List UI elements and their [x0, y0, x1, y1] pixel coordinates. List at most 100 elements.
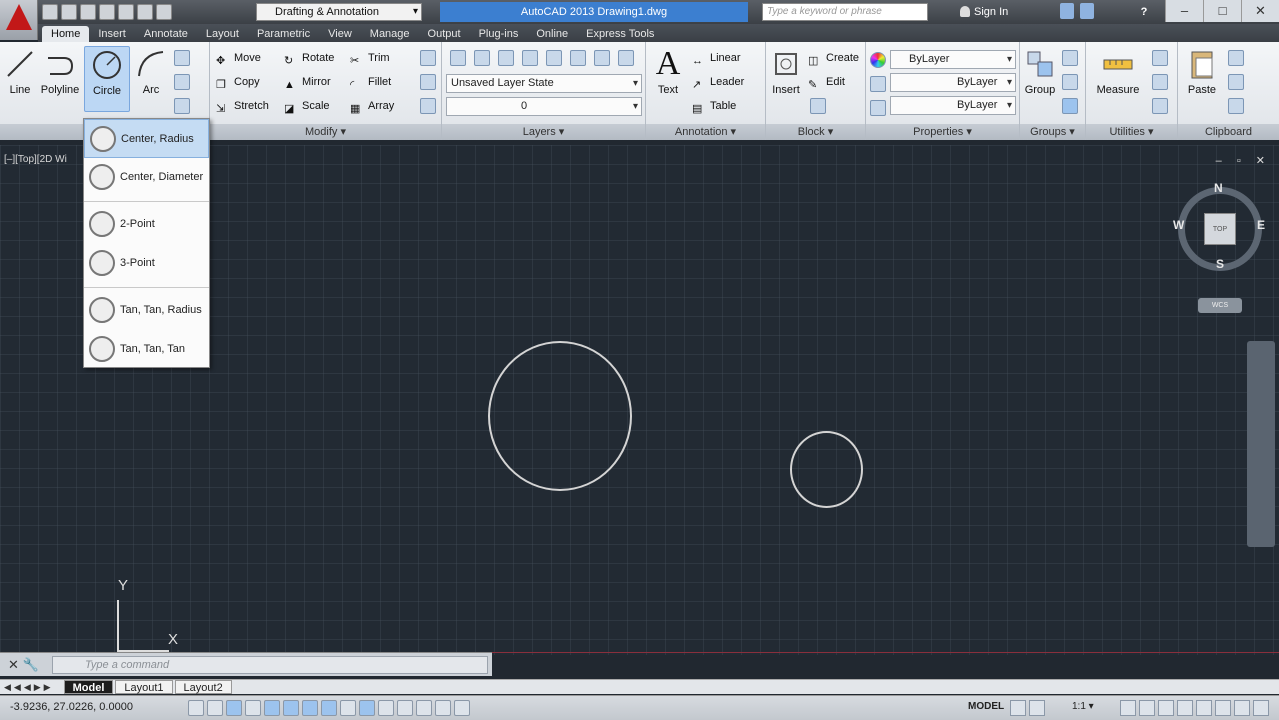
circle-tan-tan-tan-item[interactable]: Tan, Tan, Tan	[84, 330, 209, 369]
dynamic-ucs-icon[interactable]	[340, 700, 356, 716]
arc-button[interactable]: Arc	[131, 46, 171, 112]
transparency-icon[interactable]	[397, 700, 413, 716]
tab-model[interactable]: Model	[63, 680, 114, 694]
tab-online[interactable]: Online	[527, 26, 577, 42]
circle-center-diameter-item[interactable]: Center, Diameter	[84, 158, 209, 197]
group-edit-icon[interactable]	[1062, 74, 1078, 90]
save-icon[interactable]	[80, 4, 96, 20]
quick-view-layouts-icon[interactable]	[1010, 700, 1026, 716]
application-menu-button[interactable]	[0, 0, 38, 40]
calculator-icon[interactable]	[1152, 98, 1168, 114]
tab-plug-ins[interactable]: Plug-ins	[470, 26, 528, 42]
trim-button[interactable]: ✂ Trim	[348, 48, 390, 68]
properties-panel-title[interactable]: Properties ▾	[866, 124, 1019, 140]
compass-north[interactable]: N	[1214, 181, 1223, 195]
workspace-switching-icon[interactable]	[1158, 700, 1174, 716]
circle-center-radius-item[interactable]: Center, Radius	[84, 119, 209, 158]
new-icon[interactable]	[42, 4, 58, 20]
table-button[interactable]: ▤ Table	[690, 96, 736, 116]
workspace-select[interactable]: Drafting & Annotation	[256, 3, 422, 21]
undo-icon[interactable]	[137, 4, 153, 20]
fillet-button[interactable]: ◜ Fillet	[348, 72, 391, 92]
dynamic-input-icon[interactable]	[359, 700, 375, 716]
save-as-icon[interactable]	[99, 4, 115, 20]
utilities-panel-title[interactable]: Utilities ▾	[1086, 124, 1177, 140]
cursor-coordinates[interactable]: -3.9236, 27.0226, 0.0000	[10, 701, 133, 713]
polar-tracking-icon[interactable]	[264, 700, 280, 716]
object-snap-icon[interactable]	[283, 700, 299, 716]
layout-nav-arrows[interactable]: ◀◀◀▶▶	[4, 682, 54, 693]
layer-previous-icon[interactable]	[594, 50, 610, 66]
layers-panel-title[interactable]: Layers ▾	[442, 124, 645, 140]
tab-view[interactable]: View	[319, 26, 361, 42]
selection-cycling-icon[interactable]	[435, 700, 451, 716]
object-snap-tracking-icon[interactable]	[321, 700, 337, 716]
quick-properties-icon[interactable]	[416, 700, 432, 716]
snap-mode-icon[interactable]	[207, 700, 223, 716]
annotation-visibility-icon[interactable]	[1120, 700, 1136, 716]
tab-layout[interactable]: Layout	[197, 26, 248, 42]
compass-west[interactable]: W	[1173, 218, 1184, 232]
match-properties-icon[interactable]	[1228, 98, 1244, 114]
3d-object-snap-icon[interactable]	[302, 700, 318, 716]
quick-select-icon[interactable]	[1152, 50, 1168, 66]
modify-panel-title[interactable]: Modify ▾	[210, 124, 441, 140]
explode-icon[interactable]	[420, 74, 436, 90]
exchange-icon[interactable]	[1060, 3, 1074, 19]
circle-button[interactable]: Circle	[84, 46, 130, 112]
offset-icon[interactable]	[420, 98, 436, 114]
drawn-circle-small[interactable]	[790, 431, 863, 508]
leader-button[interactable]: ↗ Leader	[690, 72, 744, 92]
layer-isolate-icon[interactable]	[498, 50, 514, 66]
rectangle-icon[interactable]	[174, 50, 190, 66]
color-wheel-icon[interactable]	[870, 52, 886, 68]
line-button[interactable]: Line	[0, 46, 40, 112]
tab-layout2[interactable]: Layout2	[174, 680, 232, 694]
lineweight-icon[interactable]	[870, 100, 886, 116]
lock-ui-icon[interactable]	[1177, 700, 1193, 716]
lineweight-display-icon[interactable]	[378, 700, 394, 716]
ellipse-icon[interactable]	[174, 98, 190, 114]
lineweight-select[interactable]: ByLayer	[890, 96, 1016, 115]
layer-lock-icon[interactable]	[546, 50, 562, 66]
block-panel-title[interactable]: Block ▾	[766, 124, 865, 140]
search-input[interactable]: Type a keyword or phrase	[762, 3, 928, 21]
compass-south[interactable]: S	[1216, 257, 1224, 271]
layer-walk-icon[interactable]	[618, 50, 634, 66]
wcs-menu[interactable]: WCS	[1198, 298, 1242, 313]
infer-constraints-icon[interactable]	[188, 700, 204, 716]
open-icon[interactable]	[61, 4, 77, 20]
help-button[interactable]: ?	[1130, 3, 1158, 21]
layer-state-select[interactable]: Unsaved Layer State	[446, 74, 642, 93]
group-button[interactable]: Group	[1020, 46, 1060, 112]
paste-button[interactable]: Paste	[1182, 46, 1222, 112]
layer-match-icon[interactable]	[570, 50, 586, 66]
compass-east[interactable]: E	[1257, 218, 1265, 232]
minimize-button[interactable]: –	[1165, 0, 1203, 22]
grid-display-icon[interactable]	[226, 700, 242, 716]
quick-view-drawings-icon[interactable]	[1029, 700, 1045, 716]
tab-parametric[interactable]: Parametric	[248, 26, 319, 42]
erase-icon[interactable]	[420, 50, 436, 66]
hatch-icon[interactable]	[174, 74, 190, 90]
clean-screen-icon[interactable]	[1253, 700, 1269, 716]
rotate-button[interactable]: ↻ Rotate	[282, 48, 334, 68]
tab-annotate[interactable]: Annotate	[135, 26, 197, 42]
viewport-controls-label[interactable]: [–][Top][2D Wi	[4, 154, 67, 165]
annotation-scale-select[interactable]: 1:1 ▾	[1072, 701, 1094, 712]
attribute-icon[interactable]	[810, 98, 826, 114]
insert-block-button[interactable]: Insert	[766, 46, 806, 112]
linear-dimension-button[interactable]: ↔ Linear	[690, 48, 741, 68]
linetype-select[interactable]: ByLayer	[890, 73, 1016, 92]
close-button[interactable]: ✕	[1241, 0, 1279, 22]
tab-output[interactable]: Output	[419, 26, 470, 42]
cut-icon[interactable]	[1228, 50, 1244, 66]
viewcube-face[interactable]: TOP	[1204, 213, 1236, 245]
groups-panel-title[interactable]: Groups ▾	[1020, 124, 1085, 140]
ungroup-icon[interactable]	[1062, 50, 1078, 66]
annotation-monitor-icon[interactable]	[454, 700, 470, 716]
layer-freeze-icon[interactable]	[522, 50, 538, 66]
polyline-button[interactable]: Polyline	[40, 46, 80, 112]
hardware-acceleration-icon[interactable]	[1196, 700, 1212, 716]
edit-block-button[interactable]: ✎ Edit	[806, 72, 845, 92]
